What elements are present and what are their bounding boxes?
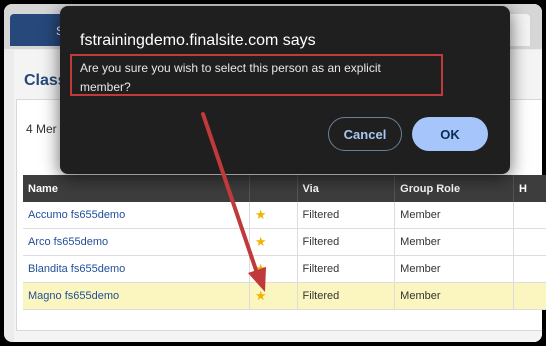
table-row-highlighted: Magno fs655demo ★ Filtered Member: [23, 282, 546, 310]
star-icon[interactable]: ★: [255, 207, 267, 222]
table-row: Accumo fs655demo ★ Filtered Member: [23, 202, 546, 229]
dialog-title: fstrainingdemo.finalsite.com says: [80, 32, 316, 49]
column-header-group-role[interactable]: Group Role: [394, 175, 515, 202]
column-header-h[interactable]: H: [513, 175, 546, 202]
member-name-link[interactable]: Accumo fs655demo: [23, 202, 250, 229]
member-name-link[interactable]: Magno fs655demo: [23, 282, 250, 310]
role-cell: Member: [394, 255, 515, 283]
table-row: Blandita fs655demo ★ Filtered Member: [23, 255, 546, 283]
extra-cell: [513, 202, 546, 229]
members-table: Name Via Group Role H Accumo fs655demo ★…: [23, 175, 546, 310]
extra-cell: [513, 228, 546, 256]
via-cell: Filtered: [297, 282, 396, 310]
star-cell[interactable]: ★: [249, 282, 298, 310]
member-count: 4 Mer: [26, 122, 57, 136]
role-cell: Member: [394, 282, 515, 310]
column-header-name[interactable]: Name: [23, 175, 250, 202]
via-cell: Filtered: [297, 202, 396, 229]
star-icon[interactable]: ★: [255, 261, 267, 276]
column-header-explicit: [249, 175, 298, 202]
star-cell[interactable]: ★: [249, 202, 298, 229]
star-cell[interactable]: ★: [249, 255, 298, 283]
member-name-link[interactable]: Blandita fs655demo: [23, 255, 250, 283]
member-name-link[interactable]: Arco fs655demo: [23, 228, 250, 256]
star-icon[interactable]: ★: [255, 288, 267, 303]
extra-cell: [513, 282, 546, 310]
table-row: Arco fs655demo ★ Filtered Member: [23, 228, 546, 256]
cancel-button[interactable]: Cancel: [328, 117, 402, 151]
dialog-message: Are you sure you wish to select this per…: [70, 54, 443, 96]
star-cell[interactable]: ★: [249, 228, 298, 256]
star-icon[interactable]: ★: [255, 234, 267, 249]
role-cell: Member: [394, 202, 515, 229]
column-header-via[interactable]: Via: [297, 175, 396, 202]
confirm-dialog: fstrainingdemo.finalsite.com says Are yo…: [60, 6, 510, 174]
extra-cell: [513, 255, 546, 283]
via-cell: Filtered: [297, 228, 396, 256]
via-cell: Filtered: [297, 255, 396, 283]
role-cell: Member: [394, 228, 515, 256]
table-header-row: Name Via Group Role H: [23, 175, 546, 202]
ok-button[interactable]: OK: [412, 117, 488, 151]
